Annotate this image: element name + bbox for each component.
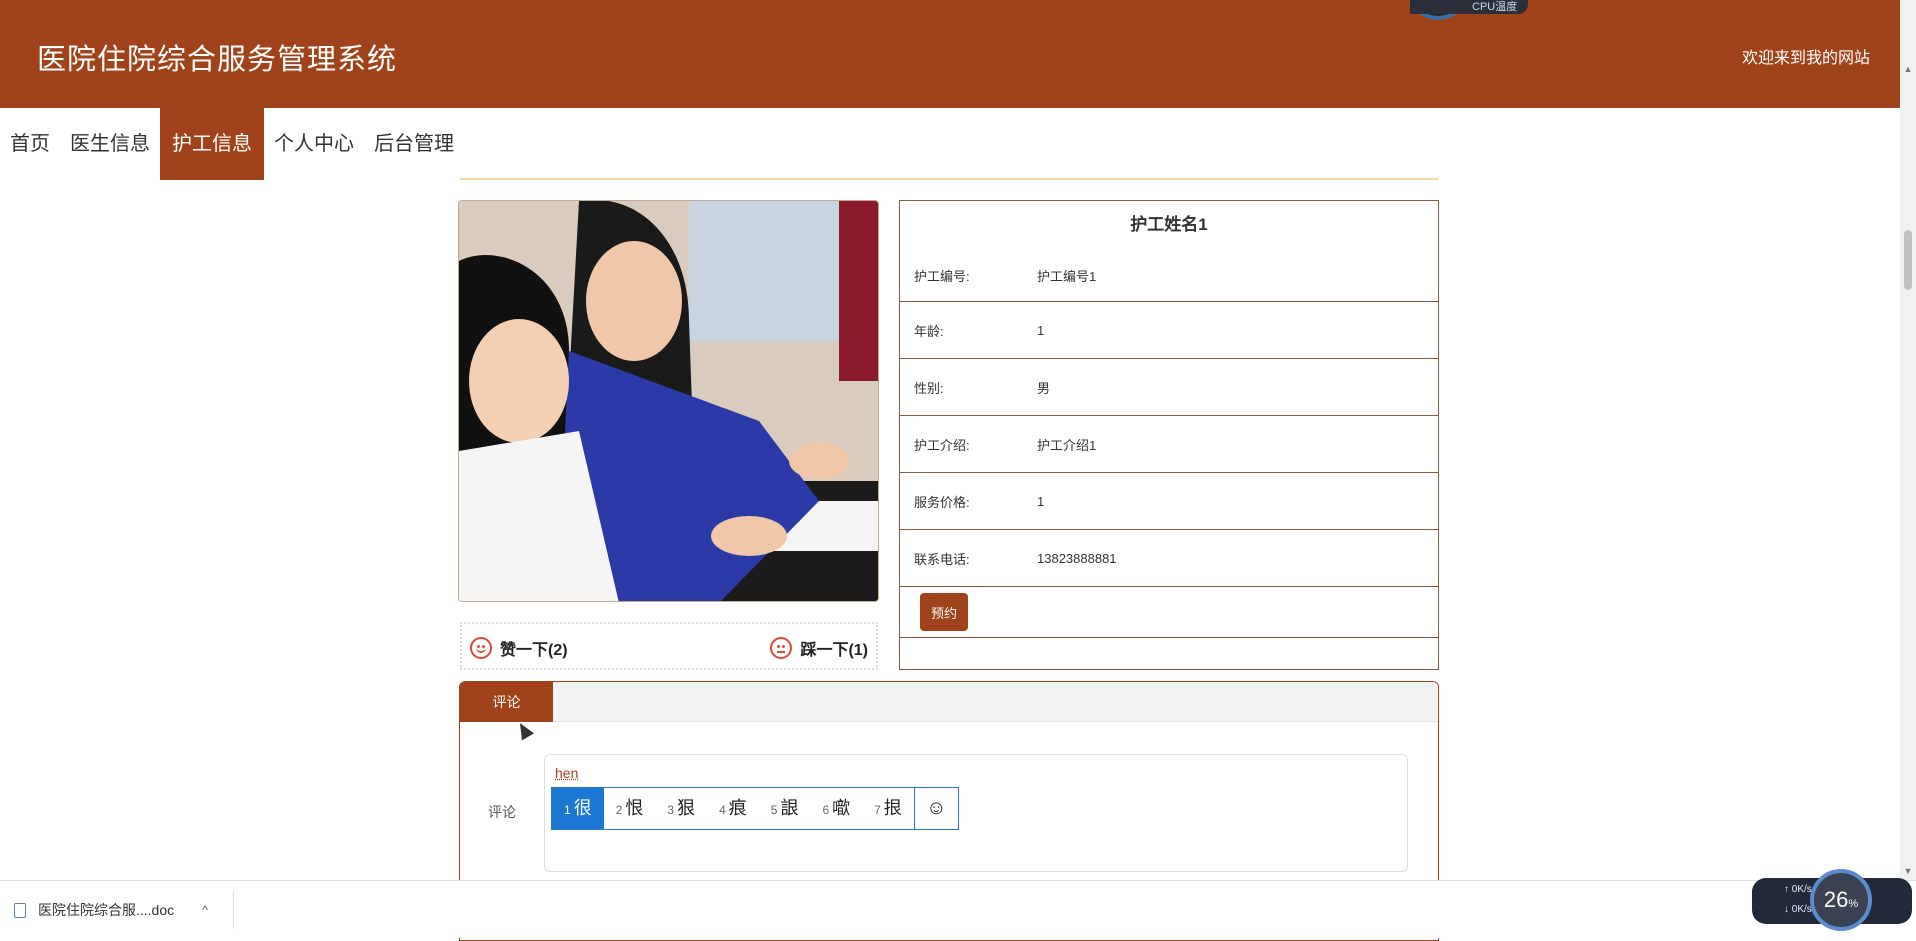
nav-personal-center[interactable]: 个人中心 xyxy=(264,108,364,180)
page-scrollbar[interactable]: ▲ ▼ xyxy=(1900,0,1916,880)
scroll-up-icon[interactable]: ▲ xyxy=(1903,64,1913,74)
nav-doctor-info[interactable]: 医生信息 xyxy=(60,108,160,180)
ime-composition: hen xyxy=(555,765,579,781)
info-row: 年龄: 1 xyxy=(900,302,1438,359)
info-row: 性别: 男 xyxy=(900,359,1438,416)
ime-candidate[interactable]: 5詪 xyxy=(759,788,811,829)
scroll-thumb[interactable] xyxy=(1904,230,1912,290)
nav-caregiver-info[interactable]: 护工信息 xyxy=(160,108,264,180)
action-row: 预约 xyxy=(900,587,1438,638)
chevron-up-icon[interactable]: ^ xyxy=(202,903,208,917)
field-value: 护工编号1 xyxy=(1037,268,1097,284)
frown-icon xyxy=(770,637,793,659)
upload-speed: ↑ 0K/s xyxy=(1784,884,1812,895)
comment-tabs: 评论 xyxy=(460,682,1438,722)
cpu-temp-label: CPU温度 xyxy=(1472,1,1518,13)
field-value: 1 xyxy=(1037,322,1045,338)
like-label: 赞一下(2) xyxy=(500,642,568,659)
like-button[interactable]: 赞一下(2) xyxy=(470,636,568,660)
download-speed: ↓ 0K/s xyxy=(1784,904,1812,915)
info-row: 联系电话: 13823888881 xyxy=(900,530,1438,587)
scroll-down-icon[interactable]: ▼ xyxy=(1903,866,1913,876)
welcome-text: 欢迎来到我的网站 xyxy=(1741,50,1870,67)
ime-candidate[interactable]: 1很 xyxy=(552,788,604,829)
dislike-label: 踩一下(1) xyxy=(800,642,868,659)
usage-dial: 26% xyxy=(1810,869,1872,931)
info-row: 服务价格: 1 xyxy=(900,473,1438,530)
field-label: 护工介绍: xyxy=(914,437,970,453)
file-icon xyxy=(14,902,26,918)
emoji-icon[interactable]: ☺ xyxy=(913,788,958,829)
info-row: 护工介绍: 护工介绍1 xyxy=(900,416,1438,473)
vote-bar: 赞一下(2) 踩一下(1) xyxy=(460,622,878,670)
main-nav: 首页 医生信息 护工信息 个人中心 后台管理 xyxy=(0,108,464,180)
caregiver-name: 护工姓名1 xyxy=(1130,215,1208,234)
dislike-button[interactable]: 踩一下(1) xyxy=(770,636,868,660)
download-item[interactable]: 医院住院综合服....doc ^ xyxy=(14,895,208,925)
divider xyxy=(233,891,234,929)
tab-comment[interactable]: 评论 xyxy=(460,682,553,722)
caregiver-info-table: 护工姓名1 护工编号: 护工编号1 年龄: 1 性别: 男 护工介绍: 护工介绍… xyxy=(899,200,1439,670)
ime-candidate[interactable]: 6噷 xyxy=(810,788,862,829)
smile-icon xyxy=(470,637,492,659)
field-value: 护工介绍1 xyxy=(1037,437,1097,453)
content-divider xyxy=(460,178,1439,180)
caregiver-photo xyxy=(458,200,879,602)
nav-admin[interactable]: 后台管理 xyxy=(364,108,464,180)
field-value: 1 xyxy=(1037,493,1045,509)
nav-home[interactable]: 首页 xyxy=(0,108,60,180)
site-title: 医院住院综合服务管理系统 xyxy=(37,44,398,76)
field-value: 13823888881 xyxy=(1037,550,1117,566)
comment-textarea[interactable]: hen 1很 2恨 3狠 4痕 5詪 6噷 7拫 ☺ xyxy=(544,754,1408,872)
ime-candidate[interactable]: 3狠 xyxy=(655,788,707,829)
field-value: 男 xyxy=(1037,380,1051,396)
ime-candidate[interactable]: 4痕 xyxy=(707,788,759,829)
field-label: 联系电话: xyxy=(914,551,970,567)
field-label: 护工编号: xyxy=(914,268,970,284)
field-label: 服务价格: xyxy=(914,494,970,510)
ime-candidate[interactable]: 2恨 xyxy=(604,788,656,829)
info-row: 护工编号: 护工编号1 xyxy=(900,249,1438,302)
ime-candidate-bar: 1很 2恨 3狠 4痕 5詪 6噷 7拫 ☺ xyxy=(551,787,959,830)
site-header: 医院住院综合服务管理系统 欢迎来到我的网站 xyxy=(0,0,1900,108)
field-label: 性别: xyxy=(914,380,944,396)
field-label: 年龄: xyxy=(914,323,944,339)
ime-candidate[interactable]: 7拫 xyxy=(862,788,914,829)
download-filename: 医院住院综合服....doc xyxy=(38,902,175,918)
comment-label: 评论 xyxy=(488,804,516,820)
book-button[interactable]: 预约 xyxy=(920,593,968,631)
download-bar: 医院住院综合服....doc ^ ✕ xyxy=(0,880,1916,938)
